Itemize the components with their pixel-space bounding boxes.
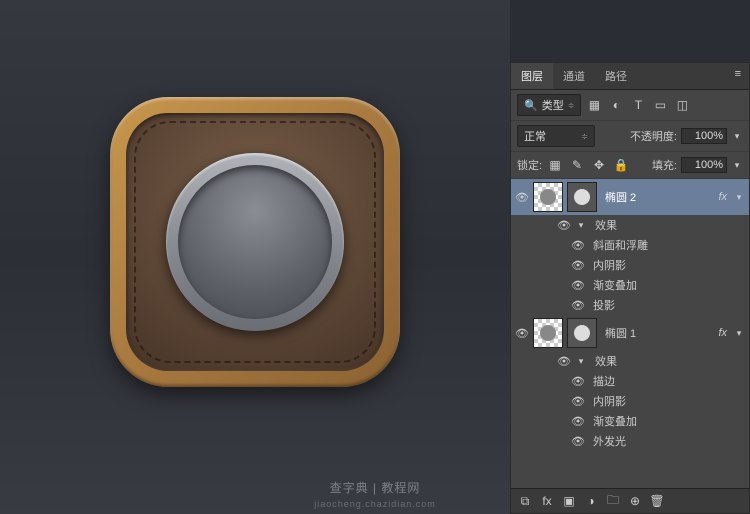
- effects-disclosure-icon[interactable]: ▾: [575, 220, 587, 231]
- effect-outer-glow[interactable]: 👁 外发光: [511, 431, 749, 451]
- fx-badge[interactable]: fx: [718, 327, 729, 339]
- ellipse-2: [178, 165, 332, 319]
- fill-label: 填充:: [652, 157, 677, 173]
- effects-disclosure-icon[interactable]: ▾: [575, 356, 587, 367]
- effect-inner-shadow[interactable]: 👁 内阴影: [511, 255, 749, 275]
- canvas-area: [0, 0, 510, 514]
- layer-thumbnail[interactable]: [533, 318, 563, 348]
- dropdown-arrows-icon: ≑: [581, 132, 588, 141]
- effect-name: 内阴影: [589, 393, 745, 409]
- fx-disclosure-icon[interactable]: ▾: [733, 328, 745, 339]
- opacity-input[interactable]: 100%: [681, 128, 727, 144]
- effect-stroke[interactable]: 👁 描边: [511, 371, 749, 391]
- filter-shape-icon[interactable]: ▭: [651, 96, 669, 114]
- lock-brush-icon[interactable]: ✎: [568, 156, 586, 174]
- filter-adjust-icon[interactable]: ◐: [607, 96, 625, 114]
- effect-inner-shadow[interactable]: 👁 内阴影: [511, 391, 749, 411]
- layer-name[interactable]: 椭圆 2: [601, 189, 714, 205]
- ellipse-1: [166, 153, 344, 331]
- effect-bevel[interactable]: 👁 斜面和浮雕: [511, 235, 749, 255]
- icon-artwork: [110, 97, 400, 387]
- effect-name: 外发光: [589, 433, 745, 449]
- effects-label: 效果: [591, 217, 745, 233]
- effect-drop-shadow[interactable]: 👁 投影: [511, 295, 749, 315]
- visibility-toggle[interactable]: 👁: [571, 239, 585, 252]
- visibility-toggle[interactable]: 👁: [571, 375, 585, 388]
- visibility-toggle[interactable]: 👁: [515, 191, 529, 204]
- filter-type-dropdown[interactable]: 🔍 类型 ≑: [517, 94, 581, 116]
- opacity-flyout-icon[interactable]: ▾: [731, 131, 743, 142]
- tab-paths[interactable]: 路径: [595, 63, 637, 89]
- visibility-toggle[interactable]: 👁: [571, 259, 585, 272]
- effects-header[interactable]: 👁 ▾ 效果: [511, 351, 749, 371]
- fill-flyout-icon[interactable]: ▾: [731, 160, 743, 171]
- search-icon: 🔍: [524, 99, 538, 112]
- watermark-sub: jiaocheng.chazidian.com: [314, 499, 436, 509]
- vector-mask-thumbnail[interactable]: [567, 318, 597, 348]
- layer-row-ellipse-2[interactable]: 👁 椭圆 2 fx ▾: [511, 179, 749, 215]
- filter-type-icon[interactable]: T: [629, 96, 647, 114]
- opacity-label: 不透明度:: [630, 128, 677, 144]
- lock-move-icon[interactable]: ✥: [590, 156, 608, 174]
- filter-type-label: 类型: [542, 97, 564, 113]
- vector-mask-thumbnail[interactable]: [567, 182, 597, 212]
- panel-menu-icon[interactable]: ≡: [727, 63, 749, 89]
- watermark: 查字典 | 教程网 jiaocheng.chazidian.com: [0, 479, 750, 510]
- visibility-toggle[interactable]: 👁: [557, 219, 571, 232]
- tab-channels[interactable]: 通道: [553, 63, 595, 89]
- blend-mode-label: 正常: [524, 128, 546, 144]
- layers-panel: 图层 通道 路径 ≡ 🔍 类型 ≑ ▦ ◐ T ▭ ◫ 正常 ≑ 不透明度: 1…: [510, 62, 750, 514]
- effect-name: 斜面和浮雕: [589, 237, 745, 253]
- tab-layers[interactable]: 图层: [511, 63, 553, 89]
- layer-row-ellipse-1[interactable]: 👁 椭圆 1 fx ▾: [511, 315, 749, 351]
- filter-image-icon[interactable]: ▦: [585, 96, 603, 114]
- wood-frame: [110, 97, 400, 387]
- blend-mode-dropdown[interactable]: 正常 ≑: [517, 125, 595, 147]
- visibility-toggle[interactable]: 👁: [515, 327, 529, 340]
- effect-gradient-overlay[interactable]: 👁 渐变叠加: [511, 411, 749, 431]
- layer-tree: 👁 椭圆 2 fx ▾ 👁 ▾ 效果 👁 斜面和浮雕 👁 内阴影 👁 渐变叠加 👁 投影…: [511, 179, 749, 488]
- lock-all-icon[interactable]: 🔒: [612, 156, 630, 174]
- effect-name: 描边: [589, 373, 745, 389]
- panel-gap: [510, 0, 750, 62]
- panel-area: 图层 通道 路径 ≡ 🔍 类型 ≑ ▦ ◐ T ▭ ◫ 正常 ≑ 不透明度: 1…: [510, 0, 750, 514]
- visibility-toggle[interactable]: 👁: [571, 435, 585, 448]
- panel-tabs: 图层 通道 路径 ≡: [511, 63, 749, 90]
- effects-header[interactable]: 👁 ▾ 效果: [511, 215, 749, 235]
- fill-input[interactable]: 100%: [681, 157, 727, 173]
- visibility-toggle[interactable]: 👁: [571, 279, 585, 292]
- visibility-toggle[interactable]: 👁: [571, 299, 585, 312]
- watermark-main: 查字典 | 教程网: [330, 481, 421, 495]
- filter-row: 🔍 类型 ≑ ▦ ◐ T ▭ ◫: [511, 90, 749, 121]
- effect-gradient-overlay[interactable]: 👁 渐变叠加: [511, 275, 749, 295]
- layer-name[interactable]: 椭圆 1: [601, 325, 714, 341]
- lock-pixels-icon[interactable]: ▦: [546, 156, 564, 174]
- visibility-toggle[interactable]: 👁: [557, 355, 571, 368]
- effect-name: 内阴影: [589, 257, 745, 273]
- fx-disclosure-icon[interactable]: ▾: [733, 192, 745, 203]
- layer-thumbnail[interactable]: [533, 182, 563, 212]
- visibility-toggle[interactable]: 👁: [571, 395, 585, 408]
- lock-label: 锁定:: [517, 157, 542, 173]
- visibility-toggle[interactable]: 👁: [571, 415, 585, 428]
- effect-name: 投影: [589, 297, 745, 313]
- fx-badge[interactable]: fx: [718, 191, 729, 203]
- lock-row: 锁定: ▦ ✎ ✥ 🔒 填充: 100% ▾: [511, 152, 749, 179]
- effect-name: 渐变叠加: [589, 413, 745, 429]
- effects-label: 效果: [591, 353, 745, 369]
- blend-row: 正常 ≑ 不透明度: 100% ▾: [511, 121, 749, 152]
- filter-smart-icon[interactable]: ◫: [673, 96, 691, 114]
- effect-name: 渐变叠加: [589, 277, 745, 293]
- dropdown-arrows-icon: ≑: [568, 101, 575, 110]
